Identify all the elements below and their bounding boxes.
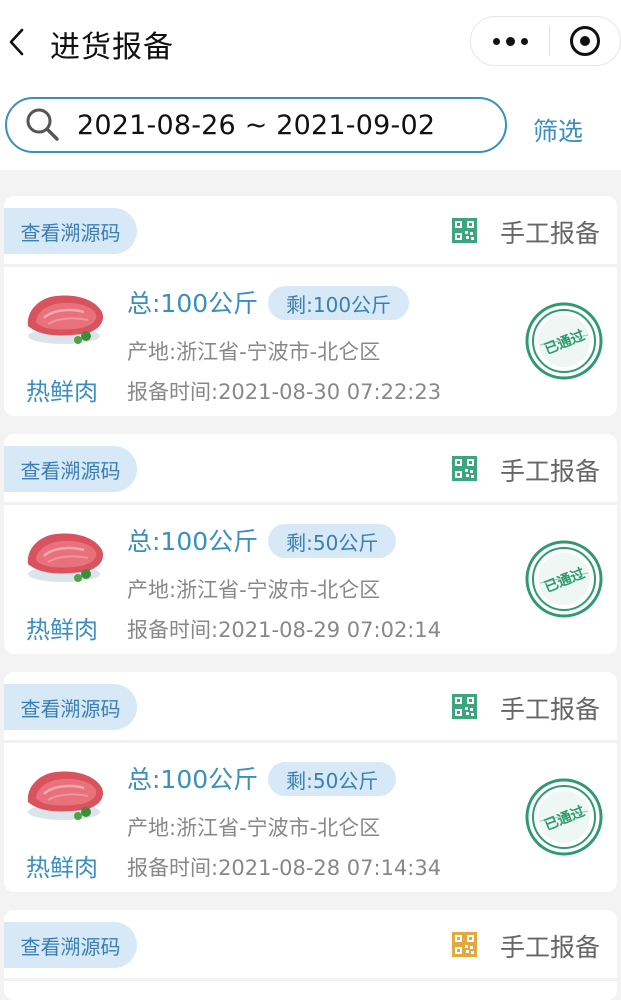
qr-code-icon[interactable] [452,694,477,719]
view-trace-code-button[interactable]: 查看溯源码 [4,922,137,968]
more-dot-icon [492,37,500,45]
date-range-value: 2021-08-26 ~ 2021-09-02 [77,109,436,141]
origin-text: 产地:浙江省-宁波市-北仑区 [127,340,381,364]
view-trace-code-button[interactable]: 查看溯源码 [4,446,137,492]
chevron-left-icon [9,28,24,56]
report-card[interactable]: 查看溯源码 手工报备 热鲜肉 总:100公斤 [4,672,617,892]
close-mini-program-button[interactable] [550,17,620,65]
origin-text: 产地:浙江省-宁波市-北仑区 [127,578,381,602]
meat-icon [27,771,104,820]
card-divider [4,740,617,743]
report-time-text: 报备时间:2021-08-28 07:14:34 [127,856,442,880]
qr-code-icon[interactable] [452,218,477,243]
remaining-quantity-badge: 剩:100公斤 [268,286,410,320]
total-quantity: 总:100公斤 [127,527,259,556]
remaining-quantity-badge: 剩:50公斤 [268,524,397,558]
origin-text: 产地:浙江省-宁波市-北仑区 [127,816,381,840]
product-name: 热鲜肉 [26,378,98,406]
total-quantity: 总:100公斤 [127,289,259,318]
filter-button[interactable]: 筛选 [533,112,583,148]
report-type-label: 手工报备 [500,219,601,248]
view-trace-code-button[interactable]: 查看溯源码 [4,684,137,730]
date-range-search-input[interactable]: 2021-08-26 ~ 2021-09-02 [5,97,507,153]
more-dot-icon [505,36,515,46]
approved-stamp: 已通过 [525,778,603,856]
search-icon [26,108,59,141]
report-card[interactable]: 查看溯源码 手工报备 热鲜肉 总:100公斤 [4,196,617,416]
back-button[interactable] [0,20,34,64]
remaining-quantity-badge: 剩:50公斤 [268,762,397,796]
product-name: 热鲜肉 [26,616,98,644]
report-time-text: 报备时间:2021-08-30 07:22:23 [127,380,442,404]
more-dot-icon [520,37,528,45]
report-type-label: 手工报备 [500,457,601,486]
card-divider [4,978,617,981]
card-header: 查看溯源码 手工报备 [4,672,617,740]
report-card[interactable]: 查看溯源码 手工报备 热鲜肉 总:100公斤 [4,434,617,654]
mini-program-capsule [470,16,621,66]
total-quantity: 总:100公斤 [127,765,259,794]
qr-code-icon[interactable] [452,456,477,481]
report-time-text: 报备时间:2021-08-29 07:02:14 [127,618,442,642]
card-divider [4,502,617,505]
report-type-label: 手工报备 [500,933,601,962]
product-name: 热鲜肉 [26,854,98,882]
view-trace-code-button[interactable]: 查看溯源码 [4,208,137,254]
target-icon [570,26,600,56]
page-title: 进货报备 [50,30,174,65]
qr-code-icon[interactable] [452,932,477,957]
approved-stamp: 已通过 [525,540,603,618]
meat-icon [27,295,104,344]
card-header: 查看溯源码 手工报备 [4,910,617,978]
report-type-label: 手工报备 [500,695,601,724]
meat-icon [27,533,104,582]
report-card[interactable]: 查看溯源码 手工报备 [4,910,617,1000]
card-header: 查看溯源码 手工报备 [4,196,617,264]
card-header: 查看溯源码 手工报备 [4,434,617,502]
approved-stamp: 已通过 [525,302,603,380]
card-divider [4,264,617,267]
more-options-button[interactable] [471,17,549,65]
search-area: 2021-08-26 ~ 2021-09-02 筛选 [0,84,621,170]
top-nav-bar: 进货报备 [0,0,621,84]
